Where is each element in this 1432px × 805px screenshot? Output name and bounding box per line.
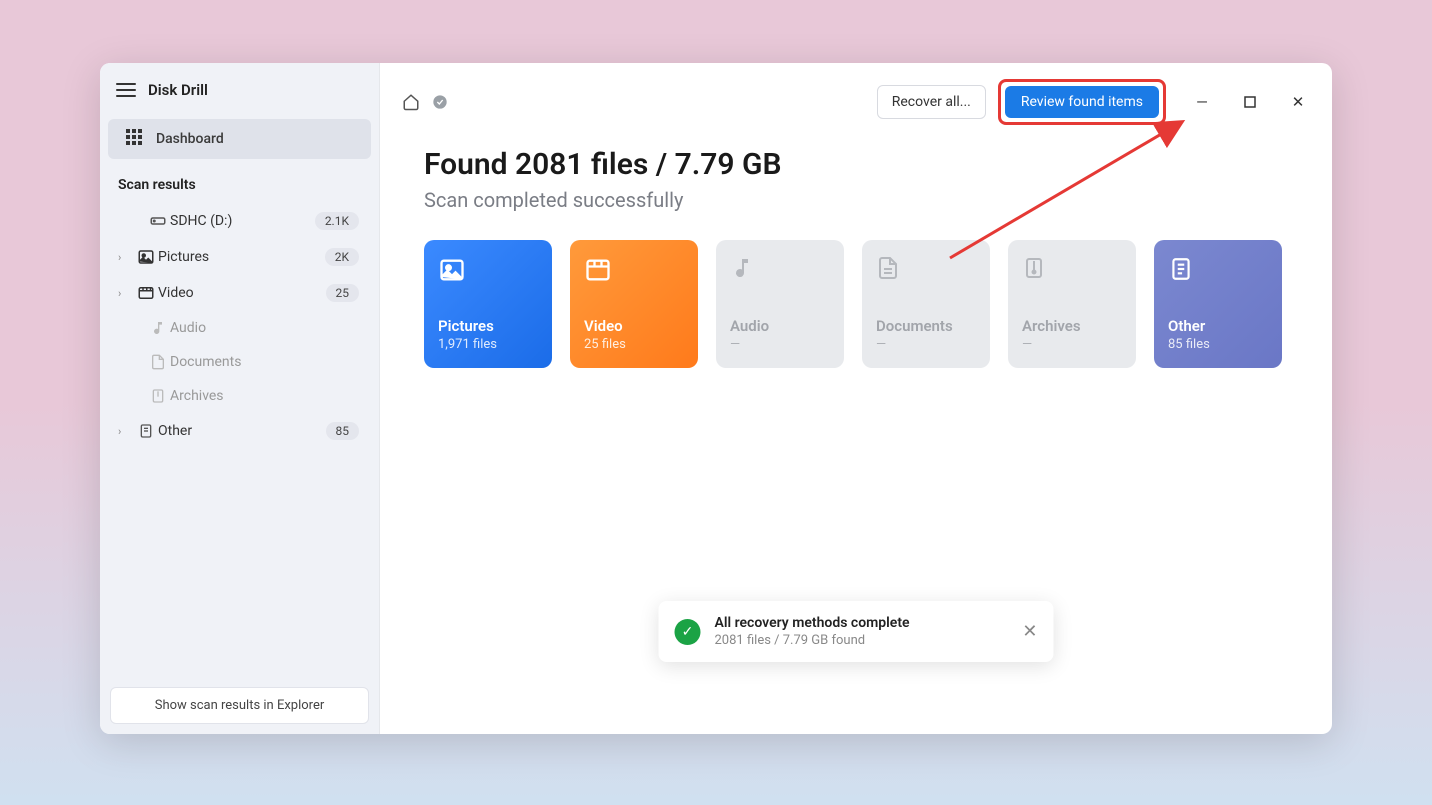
tree-sdhc[interactable]: SDHC (D:) 2.1K — [100, 203, 379, 239]
content-area: Found 2081 files / 7.79 GB Scan complete… — [380, 141, 1332, 374]
card-documents-sub: — — [876, 337, 976, 352]
card-audio-sub: — — [730, 337, 830, 352]
card-documents[interactable]: Documents — — [862, 240, 990, 368]
topbar: Recover all... Review found items — ✕ — [380, 63, 1332, 141]
document-icon — [146, 354, 170, 370]
archive-icon — [146, 388, 170, 404]
card-pictures-sub: 1,971 files — [438, 337, 538, 352]
minimize-button[interactable]: — — [1190, 93, 1214, 111]
tree-pictures-label: Pictures — [158, 249, 325, 265]
music-note-icon — [146, 320, 170, 336]
sidebar-footer: Show scan results in Explorer — [100, 677, 379, 734]
tree-documents[interactable]: Documents — [100, 345, 379, 379]
card-other-sub: 85 files — [1168, 337, 1268, 352]
tree-video[interactable]: › Video 25 — [100, 275, 379, 311]
chevron-right-icon: › — [118, 251, 134, 264]
main-content: Recover all... Review found items — ✕ Fo… — [380, 63, 1332, 734]
music-note-icon — [730, 256, 758, 284]
check-icon: ✓ — [675, 619, 701, 645]
chevron-right-icon: › — [118, 425, 134, 438]
card-archives[interactable]: Archives — — [1008, 240, 1136, 368]
card-pictures-title: Pictures — [438, 317, 538, 335]
chevron-right-icon: › — [118, 287, 134, 300]
page-title: Found 2081 files / 7.79 GB — [424, 147, 1288, 182]
card-other[interactable]: Other 85 files — [1154, 240, 1282, 368]
show-in-explorer-button[interactable]: Show scan results in Explorer — [110, 687, 369, 724]
card-documents-title: Documents — [876, 317, 976, 335]
drive-icon — [146, 212, 170, 230]
category-cards: Pictures 1,971 files Video 25 files Audio —… — [424, 240, 1288, 368]
tree-sdhc-label: SDHC (D:) — [170, 213, 315, 229]
tree-video-label: Video — [158, 285, 326, 301]
card-video[interactable]: Video 25 files — [570, 240, 698, 368]
tree-audio[interactable]: Audio — [100, 311, 379, 345]
card-archives-title: Archives — [1022, 317, 1122, 335]
page-subtitle: Scan completed successfully — [424, 188, 1288, 212]
card-audio-title: Audio — [730, 317, 830, 335]
card-other-title: Other — [1168, 317, 1268, 335]
toast-body: All recovery methods complete 2081 files… — [715, 615, 1009, 648]
tree-audio-label: Audio — [170, 320, 369, 336]
toast-title: All recovery methods complete — [715, 615, 1009, 631]
badge-pictures: 2K — [325, 248, 359, 266]
tree-archives[interactable]: Archives — [100, 379, 379, 413]
zip-icon — [1022, 256, 1050, 284]
recover-all-button[interactable]: Recover all... — [877, 85, 986, 119]
badge-other: 85 — [326, 422, 360, 440]
card-archives-sub: — — [1022, 337, 1122, 352]
card-pictures[interactable]: Pictures 1,971 files — [424, 240, 552, 368]
close-button[interactable]: ✕ — [1286, 93, 1310, 111]
card-audio[interactable]: Audio — — [716, 240, 844, 368]
tree-documents-label: Documents — [170, 354, 369, 370]
sidebar: Disk Drill Dashboard Scan results SDHC (… — [100, 63, 380, 734]
review-found-items-button[interactable]: Review found items — [1005, 86, 1159, 118]
nav-dashboard[interactable]: Dashboard — [108, 119, 371, 159]
file-icon — [134, 423, 158, 439]
image-icon — [134, 248, 158, 266]
home-icon[interactable] — [402, 93, 420, 111]
app-window: Disk Drill Dashboard Scan results SDHC (… — [100, 63, 1332, 734]
card-video-title: Video — [584, 317, 684, 335]
annotation-highlight: Review found items — [998, 79, 1166, 125]
completion-toast: ✓ All recovery methods complete 2081 fil… — [659, 601, 1054, 662]
app-title: Disk Drill — [148, 81, 208, 99]
check-circle-icon[interactable] — [432, 94, 448, 110]
file-icon — [1168, 256, 1196, 284]
sidebar-header: Disk Drill — [100, 63, 379, 117]
document-icon — [876, 256, 904, 284]
tree-pictures[interactable]: › Pictures 2K — [100, 239, 379, 275]
maximize-button[interactable] — [1238, 96, 1262, 108]
nav-dashboard-label: Dashboard — [156, 131, 224, 147]
section-scan-results: Scan results — [100, 167, 379, 203]
tree-archives-label: Archives — [170, 388, 369, 404]
menu-icon[interactable] — [116, 83, 136, 97]
card-video-sub: 25 files — [584, 337, 684, 352]
badge-sdhc: 2.1K — [315, 212, 359, 230]
toast-close-button[interactable]: ✕ — [1022, 621, 1037, 642]
tree-other[interactable]: › Other 85 — [100, 413, 379, 449]
tree-other-label: Other — [158, 423, 326, 439]
badge-video: 25 — [326, 284, 360, 302]
toast-subtitle: 2081 files / 7.79 GB found — [715, 633, 1009, 648]
film-icon — [584, 256, 612, 284]
video-icon — [134, 284, 158, 302]
grid-icon — [126, 129, 142, 149]
image-icon — [438, 256, 466, 284]
